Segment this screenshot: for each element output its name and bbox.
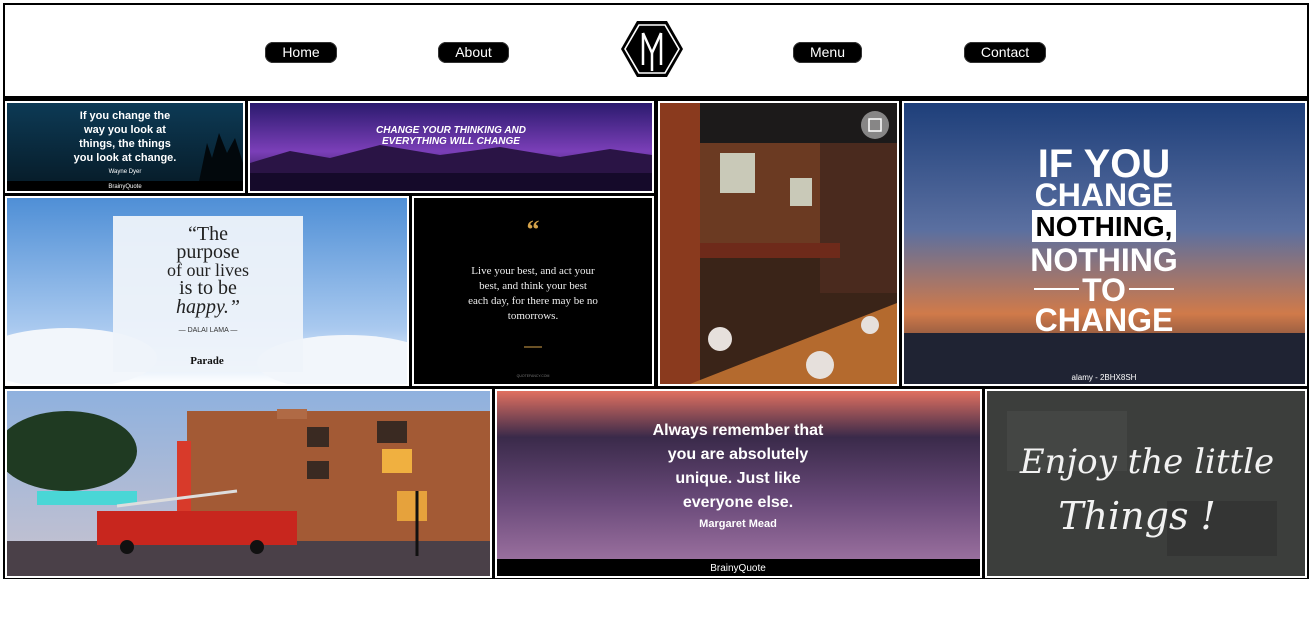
quote-line: If you change the [80, 110, 170, 122]
quote-author: Wayne Dyer [109, 169, 142, 175]
quote-line: happy.” [176, 296, 240, 318]
quote-line: things, the things [79, 138, 171, 150]
chalk-text-line: Things ! [1058, 494, 1216, 538]
gallery-image-restaurant-bar[interactable] [658, 101, 899, 386]
quote-line: EVERYTHING WILL CHANGE [382, 136, 520, 147]
quote-line: NOTHING, [1036, 211, 1173, 242]
gallery-image-happy-quote[interactable]: “The purpose of our lives is to be happy… [5, 196, 409, 386]
quote-line: CHANGE [1035, 302, 1174, 338]
nav-home-button[interactable]: Home [265, 42, 337, 63]
site-header: Home About M Menu Contact [5, 5, 1307, 96]
nav-about-button[interactable]: About [438, 42, 509, 63]
quote-line: Always remember that [653, 422, 824, 439]
brand-watermark: Parade [190, 355, 224, 367]
chalk-text-line: Enjoy the little [1019, 442, 1274, 482]
quote-line: CHANGE YOUR THINKING AND [376, 125, 526, 136]
quote-line: you look at change. [74, 152, 177, 164]
quote-author: Margaret Mead [699, 518, 777, 530]
quote-line: each day, for there may be no [468, 295, 598, 307]
quote-line: CHANGE [1035, 177, 1174, 213]
gallery-image-live-your-best-quote[interactable]: “ Live your best, and act your best, and… [412, 196, 654, 386]
gallery-image-thinking-quote[interactable]: CHANGE YOUR THINKING AND EVERYTHING WILL… [248, 101, 654, 193]
quote-line: way you look at [83, 124, 166, 136]
brand-watermark: BrainyQuote [108, 184, 142, 190]
quote-line: everyone else. [683, 494, 793, 511]
gallery-image-change-nothing-quote[interactable]: IF YOU CHANGE NOTHING, NOTHING TO CHANGE… [902, 101, 1307, 386]
gallery-image-chalkboard-enjoy[interactable]: Enjoy the little Things ! [985, 389, 1307, 578]
nav-contact-button[interactable]: Contact [964, 42, 1046, 63]
brand-watermark: BrainyQuote [710, 563, 766, 574]
quote-line: Live your best, and act your [471, 265, 595, 277]
quote-mark-icon: “ [527, 215, 540, 244]
brand-logo[interactable]: M [619, 19, 685, 79]
quote-line: best, and think your best [479, 280, 587, 292]
quote-line: you are absolutely [668, 446, 809, 463]
page-frame: Home About M Menu Contact If you change … [3, 3, 1309, 579]
quote-line: tomorrows. [508, 310, 559, 322]
quote-author: — DALAI LAMA — [179, 327, 238, 334]
quote-line: unique. Just like [675, 470, 800, 487]
gallery-image-unique-quote[interactable]: Always remember that you are absolutely … [495, 389, 982, 578]
source-watermark: QUOTEFANCY.COM [517, 374, 550, 378]
brand-watermark: alamy - 2BHX8SH [1072, 373, 1137, 382]
nav-menu-button[interactable]: Menu [793, 42, 862, 63]
gallery-image-fire-truck-street[interactable] [5, 389, 492, 578]
gallery-image-change-quote[interactable]: If you change the way you look at things… [5, 101, 245, 193]
